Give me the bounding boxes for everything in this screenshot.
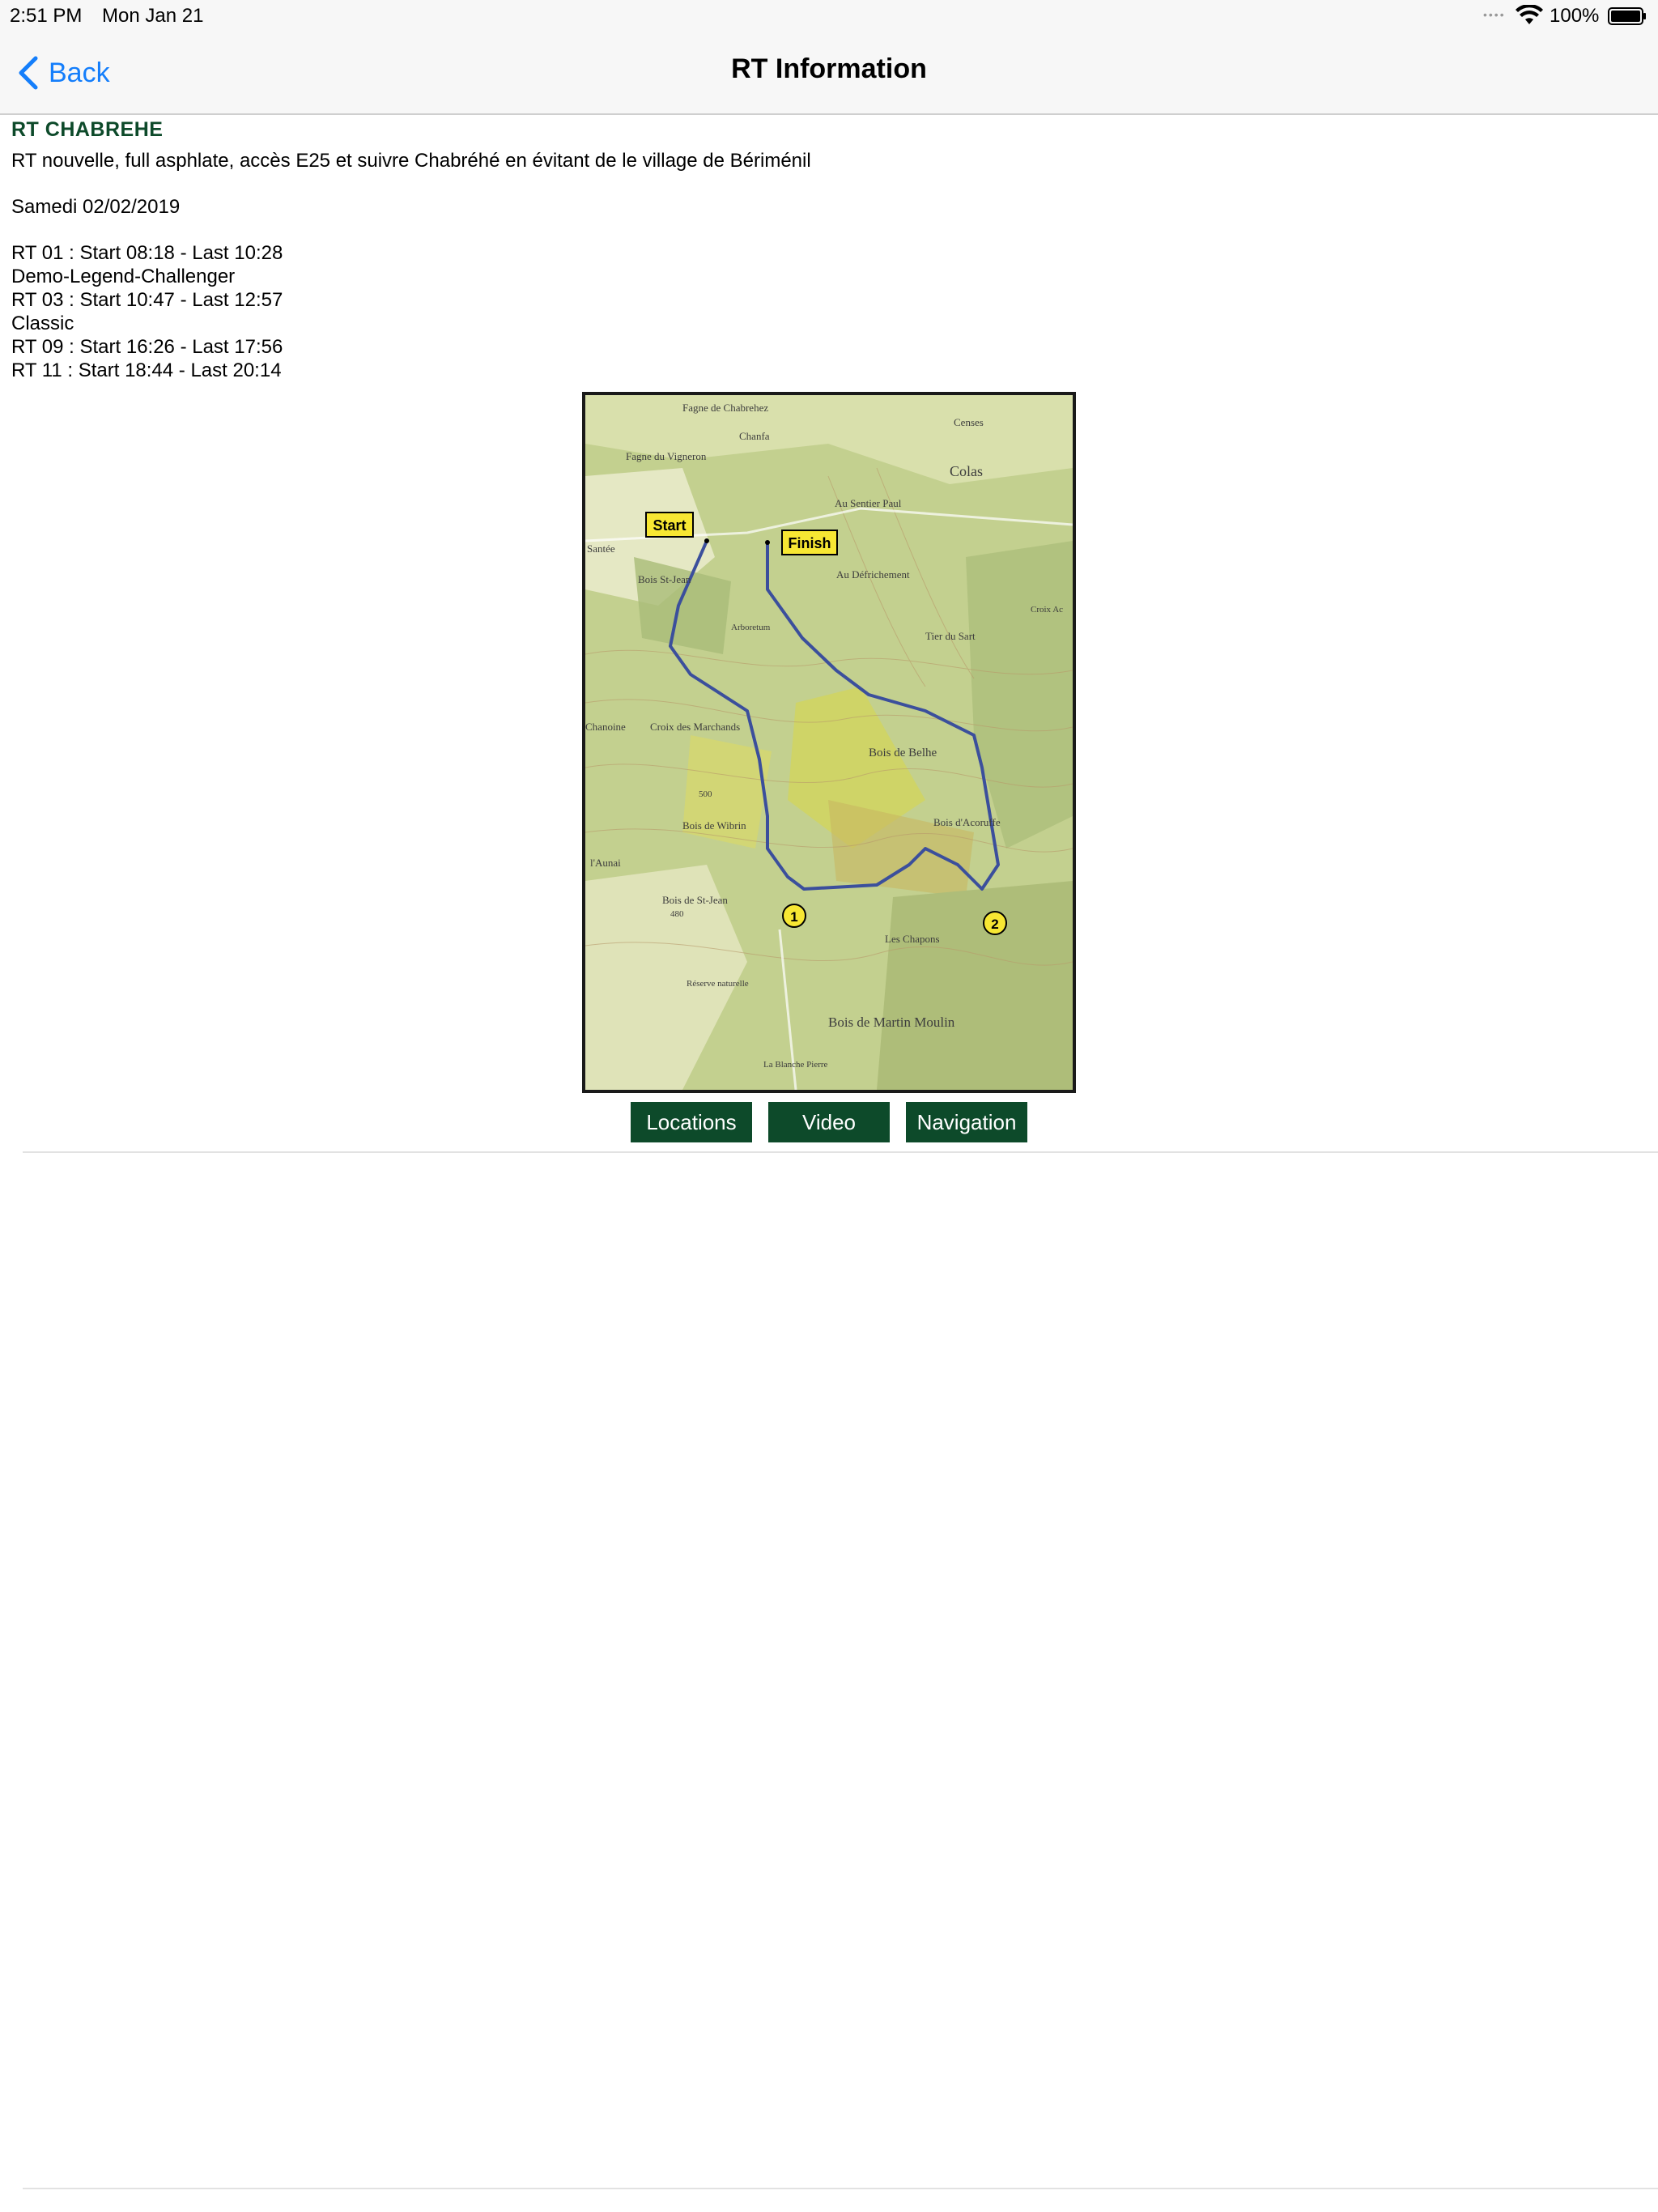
map-place-name: 500 — [699, 789, 712, 799]
schedule-line: Classic — [11, 313, 74, 334]
map-place-name: Bois de Belhe — [869, 747, 937, 759]
map-place-name: Santée — [587, 542, 615, 555]
map-place-name: Fagne du Vigneron — [626, 450, 707, 462]
map-place-name: Bois de St-Jean — [662, 894, 728, 906]
battery-icon — [1608, 7, 1646, 25]
map-place-name: Chanfa — [739, 430, 770, 442]
map-place-name: Réserve naturelle — [687, 979, 749, 989]
map-place-name: La Blanche Pierre — [763, 1060, 828, 1070]
finish-label: Finish — [781, 530, 838, 555]
rt-title: RT CHABREHE — [11, 118, 164, 141]
divider — [23, 2188, 1658, 2189]
map-place-name: Croix Ac — [1031, 605, 1063, 615]
navigation-bar: Back RT Information — [0, 32, 1658, 115]
video-button[interactable]: Video — [768, 1102, 890, 1142]
svg-text:Start: Start — [653, 517, 686, 534]
svg-text:1: 1 — [790, 909, 797, 925]
rt-description: RT nouvelle, full asphlate, accès E25 et… — [11, 150, 811, 172]
svg-text:2: 2 — [991, 917, 998, 932]
map-place-name: Chanoine — [585, 721, 626, 733]
battery-percent: 100% — [1550, 5, 1600, 27]
checkpoint-marker-2: 2 — [983, 911, 1007, 935]
navigation-button[interactable]: Navigation — [906, 1102, 1027, 1142]
rt-schedule: RT 01 : Start 08:18 - Last 10:28 Demo-Le… — [11, 241, 1647, 382]
route-map[interactable]: Fagne de Chabrehez Censes Chanfa Fagne d… — [582, 392, 1076, 1093]
svg-text:Finish: Finish — [789, 535, 831, 551]
start-label: Start — [645, 512, 694, 538]
route-map-image: Fagne de Chabrehez Censes Chanfa Fagne d… — [585, 395, 1073, 1090]
map-place-name: Bois d'Acoruffe — [933, 816, 1001, 828]
map-place-name: l'Aunai — [590, 857, 621, 869]
map-place-name: Bois St-Jean — [638, 573, 691, 585]
locations-button[interactable]: Locations — [631, 1102, 752, 1142]
schedule-line: RT 01 : Start 08:18 - Last 10:28 — [11, 242, 283, 264]
schedule-line: RT 11 : Start 18:44 - Last 20:14 — [11, 359, 282, 381]
schedule-line: RT 03 : Start 10:47 - Last 12:57 — [11, 289, 283, 311]
rt-info-content: RT CHABREHE RT nouvelle, full asphlate, … — [11, 117, 1647, 382]
signal-dots-icon: •••• — [1483, 8, 1506, 21]
divider — [23, 1151, 1658, 1153]
checkpoint-marker-1: 1 — [782, 904, 806, 928]
map-place-name: Bois de Martin Moulin — [828, 1015, 955, 1030]
map-place-name: Bois de Wibrin — [682, 819, 746, 832]
schedule-line: RT 09 : Start 16:26 - Last 17:56 — [11, 336, 283, 358]
map-place-name: Tier du Sart — [925, 630, 976, 642]
map-place-name: Censes — [954, 416, 984, 428]
wifi-icon — [1516, 5, 1543, 24]
map-place-name: Les Chapons — [885, 933, 940, 945]
status-bar: 2:51 PM Mon Jan 21 •••• 100% — [0, 0, 1658, 32]
map-place-name: Colas — [950, 463, 983, 479]
map-place-name: Arboretum — [731, 623, 771, 632]
map-place-name: 480 — [670, 909, 684, 919]
map-place-name: Au Sentier Paul — [835, 497, 902, 509]
rt-date: Samedi 02/02/2019 — [11, 196, 181, 218]
status-date: Mon Jan 21 — [102, 5, 204, 27]
map-place-name: Fagne de Chabrehez — [682, 402, 768, 414]
map-place-name: Au Défrichement — [836, 568, 910, 581]
schedule-line: Demo-Legend-Challenger — [11, 266, 236, 287]
map-place-name: Croix des Marchands — [650, 721, 740, 733]
status-time: 2:51 PM — [10, 5, 83, 27]
page-title: RT Information — [731, 53, 927, 84]
